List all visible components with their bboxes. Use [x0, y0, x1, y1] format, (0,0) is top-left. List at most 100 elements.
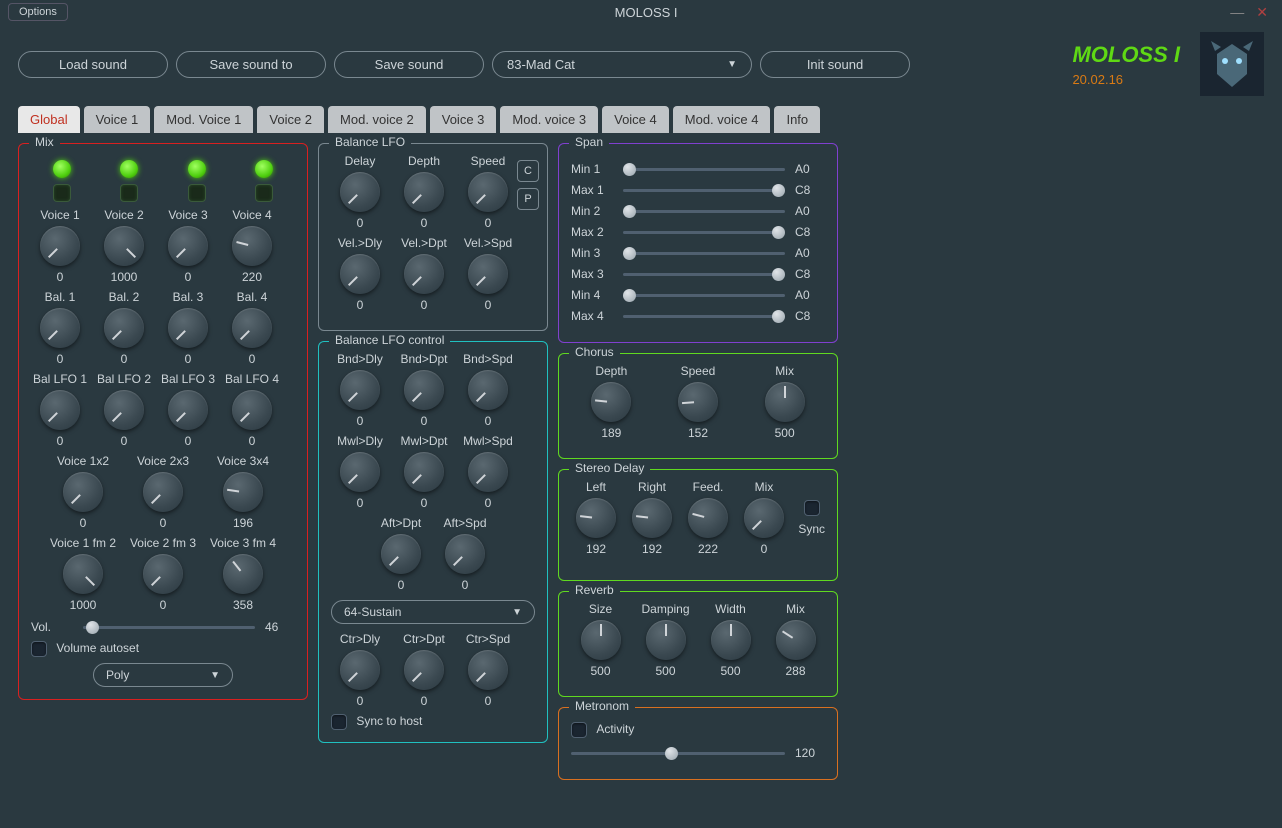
blc-row1-2-knob[interactable]	[468, 370, 508, 410]
span-value-2: A0	[795, 204, 825, 218]
ballfo-row1-2-knob[interactable]	[468, 172, 508, 212]
blc-row2-2-value: 0	[485, 496, 492, 510]
blc-row2-0-value: 0	[357, 496, 364, 510]
tab-voice-2[interactable]: Voice 2	[257, 106, 324, 133]
mix-bal-3-knob[interactable]	[232, 308, 272, 348]
init-sound-button[interactable]: Init sound	[760, 51, 910, 78]
span-slider-7[interactable]	[623, 315, 785, 318]
c-button[interactable]: C	[517, 160, 539, 182]
span-slider-1[interactable]	[623, 189, 785, 192]
span-slider-5[interactable]	[623, 273, 785, 276]
mix-voices-3-knob[interactable]	[232, 226, 272, 266]
minimize-icon[interactable]: —	[1224, 4, 1250, 20]
tab-mod-voice-3[interactable]: Mod. voice 3	[500, 106, 598, 133]
save-sound-button[interactable]: Save sound	[334, 51, 484, 78]
blc-row4-1-knob[interactable]	[404, 650, 444, 690]
mix-voices-3-value: 220	[242, 270, 262, 284]
voice-mute-2[interactable]	[120, 184, 138, 202]
mix-ballfo-3-knob[interactable]	[232, 390, 272, 430]
reverb-0-label: Size	[589, 602, 612, 616]
mix-voices-0-knob[interactable]	[40, 226, 80, 266]
sync-to-host-checkbox[interactable]	[331, 714, 347, 730]
tab-mod-voice-4[interactable]: Mod. voice 4	[673, 106, 771, 133]
mix-bal-0-knob[interactable]	[40, 308, 80, 348]
voice-mute-1[interactable]	[53, 184, 71, 202]
blc-row2-1-knob[interactable]	[404, 452, 444, 492]
metronom-slider[interactable]	[571, 752, 785, 755]
metronom-title: Metronom	[569, 699, 635, 713]
options-button[interactable]: Options	[8, 3, 68, 21]
load-sound-button[interactable]: Load sound	[18, 51, 168, 78]
blc-row4-2-knob[interactable]	[468, 650, 508, 690]
mix-cross1-0-knob[interactable]	[63, 472, 103, 512]
span-slider-6[interactable]	[623, 294, 785, 297]
blc-row1-1-knob[interactable]	[404, 370, 444, 410]
reverb-3-knob[interactable]	[776, 620, 816, 660]
mix-voices-2-knob[interactable]	[168, 226, 208, 266]
save-sound-to-button[interactable]: Save sound to	[176, 51, 326, 78]
mix-ballfo-1-knob[interactable]	[104, 390, 144, 430]
delay-sync-checkbox[interactable]	[804, 500, 820, 516]
mix-cross2-1-knob[interactable]	[143, 554, 183, 594]
mix-cross2-2-knob[interactable]	[223, 554, 263, 594]
preset-select[interactable]: 83-Mad Cat ▼	[492, 51, 752, 78]
metronom-activity-checkbox[interactable]	[571, 722, 587, 738]
tab-global[interactable]: Global	[18, 106, 80, 133]
voice-mute-3[interactable]	[188, 184, 206, 202]
reverb-0-knob[interactable]	[581, 620, 621, 660]
controller-select[interactable]: 64-Sustain ▼	[331, 600, 535, 624]
voice-mute-4[interactable]	[255, 184, 273, 202]
p-button[interactable]: P	[517, 188, 539, 210]
span-slider-4[interactable]	[623, 252, 785, 255]
delay-3-label: Mix	[755, 480, 774, 494]
mix-ballfo-0-knob[interactable]	[40, 390, 80, 430]
mix-ballfo-2-knob[interactable]	[168, 390, 208, 430]
tab-info[interactable]: Info	[774, 106, 820, 133]
tab-voice-3[interactable]: Voice 3	[430, 106, 497, 133]
vol-slider[interactable]	[83, 626, 255, 629]
ballfo-row2-1-knob[interactable]	[404, 254, 444, 294]
blc-row2-2-knob[interactable]	[468, 452, 508, 492]
tab-mod-voice-2[interactable]: Mod. voice 2	[328, 106, 426, 133]
ballfo-row1-0-knob[interactable]	[340, 172, 380, 212]
close-icon[interactable]: ✕	[1250, 4, 1274, 21]
volume-autoset-checkbox[interactable]	[31, 641, 47, 657]
mix-bal-1-knob[interactable]	[104, 308, 144, 348]
tab-voice-1[interactable]: Voice 1	[84, 106, 151, 133]
blc-row2-0-knob[interactable]	[340, 452, 380, 492]
mix-cross1-2-knob[interactable]	[223, 472, 263, 512]
mix-bal-2-knob[interactable]	[168, 308, 208, 348]
delay-1-knob[interactable]	[632, 498, 672, 538]
chorus-2-knob[interactable]	[765, 382, 805, 422]
blc-row3-0-knob[interactable]	[381, 534, 421, 574]
blc-row1-0-knob[interactable]	[340, 370, 380, 410]
chorus-0-knob[interactable]	[591, 382, 631, 422]
reverb-2-knob[interactable]	[711, 620, 751, 660]
chorus-1-knob[interactable]	[678, 382, 718, 422]
span-slider-0[interactable]	[623, 168, 785, 171]
mix-voices-1-knob[interactable]	[104, 226, 144, 266]
blc-row4-0-knob[interactable]	[340, 650, 380, 690]
span-slider-3[interactable]	[623, 231, 785, 234]
reverb-3-value: 288	[785, 664, 805, 678]
reverb-1-knob[interactable]	[646, 620, 686, 660]
mix-cross2-0-knob[interactable]	[63, 554, 103, 594]
tab-mod-voice-1[interactable]: Mod. Voice 1	[154, 106, 253, 133]
brand: MOLOSS I 20.02.16	[1072, 42, 1180, 87]
poly-select[interactable]: Poly ▼	[93, 663, 233, 687]
blc-row3-1-knob[interactable]	[445, 534, 485, 574]
ballfo-row1-1-knob[interactable]	[404, 172, 444, 212]
span-slider-2[interactable]	[623, 210, 785, 213]
delay-0-knob[interactable]	[576, 498, 616, 538]
mix-cross1-1-value: 0	[160, 516, 167, 530]
ballfo-row2-2-knob[interactable]	[468, 254, 508, 294]
mix-bal-3-value: 0	[249, 352, 256, 366]
delay-3-knob[interactable]	[744, 498, 784, 538]
mix-cross1-1-knob[interactable]	[143, 472, 183, 512]
ballfo-row2-0-knob[interactable]	[340, 254, 380, 294]
vol-label: Vol.	[31, 620, 73, 634]
delay-2-knob[interactable]	[688, 498, 728, 538]
tab-voice-4[interactable]: Voice 4	[602, 106, 669, 133]
mix-cross2-2-value: 358	[233, 598, 253, 612]
blc-row3-1-value: 0	[462, 578, 469, 592]
